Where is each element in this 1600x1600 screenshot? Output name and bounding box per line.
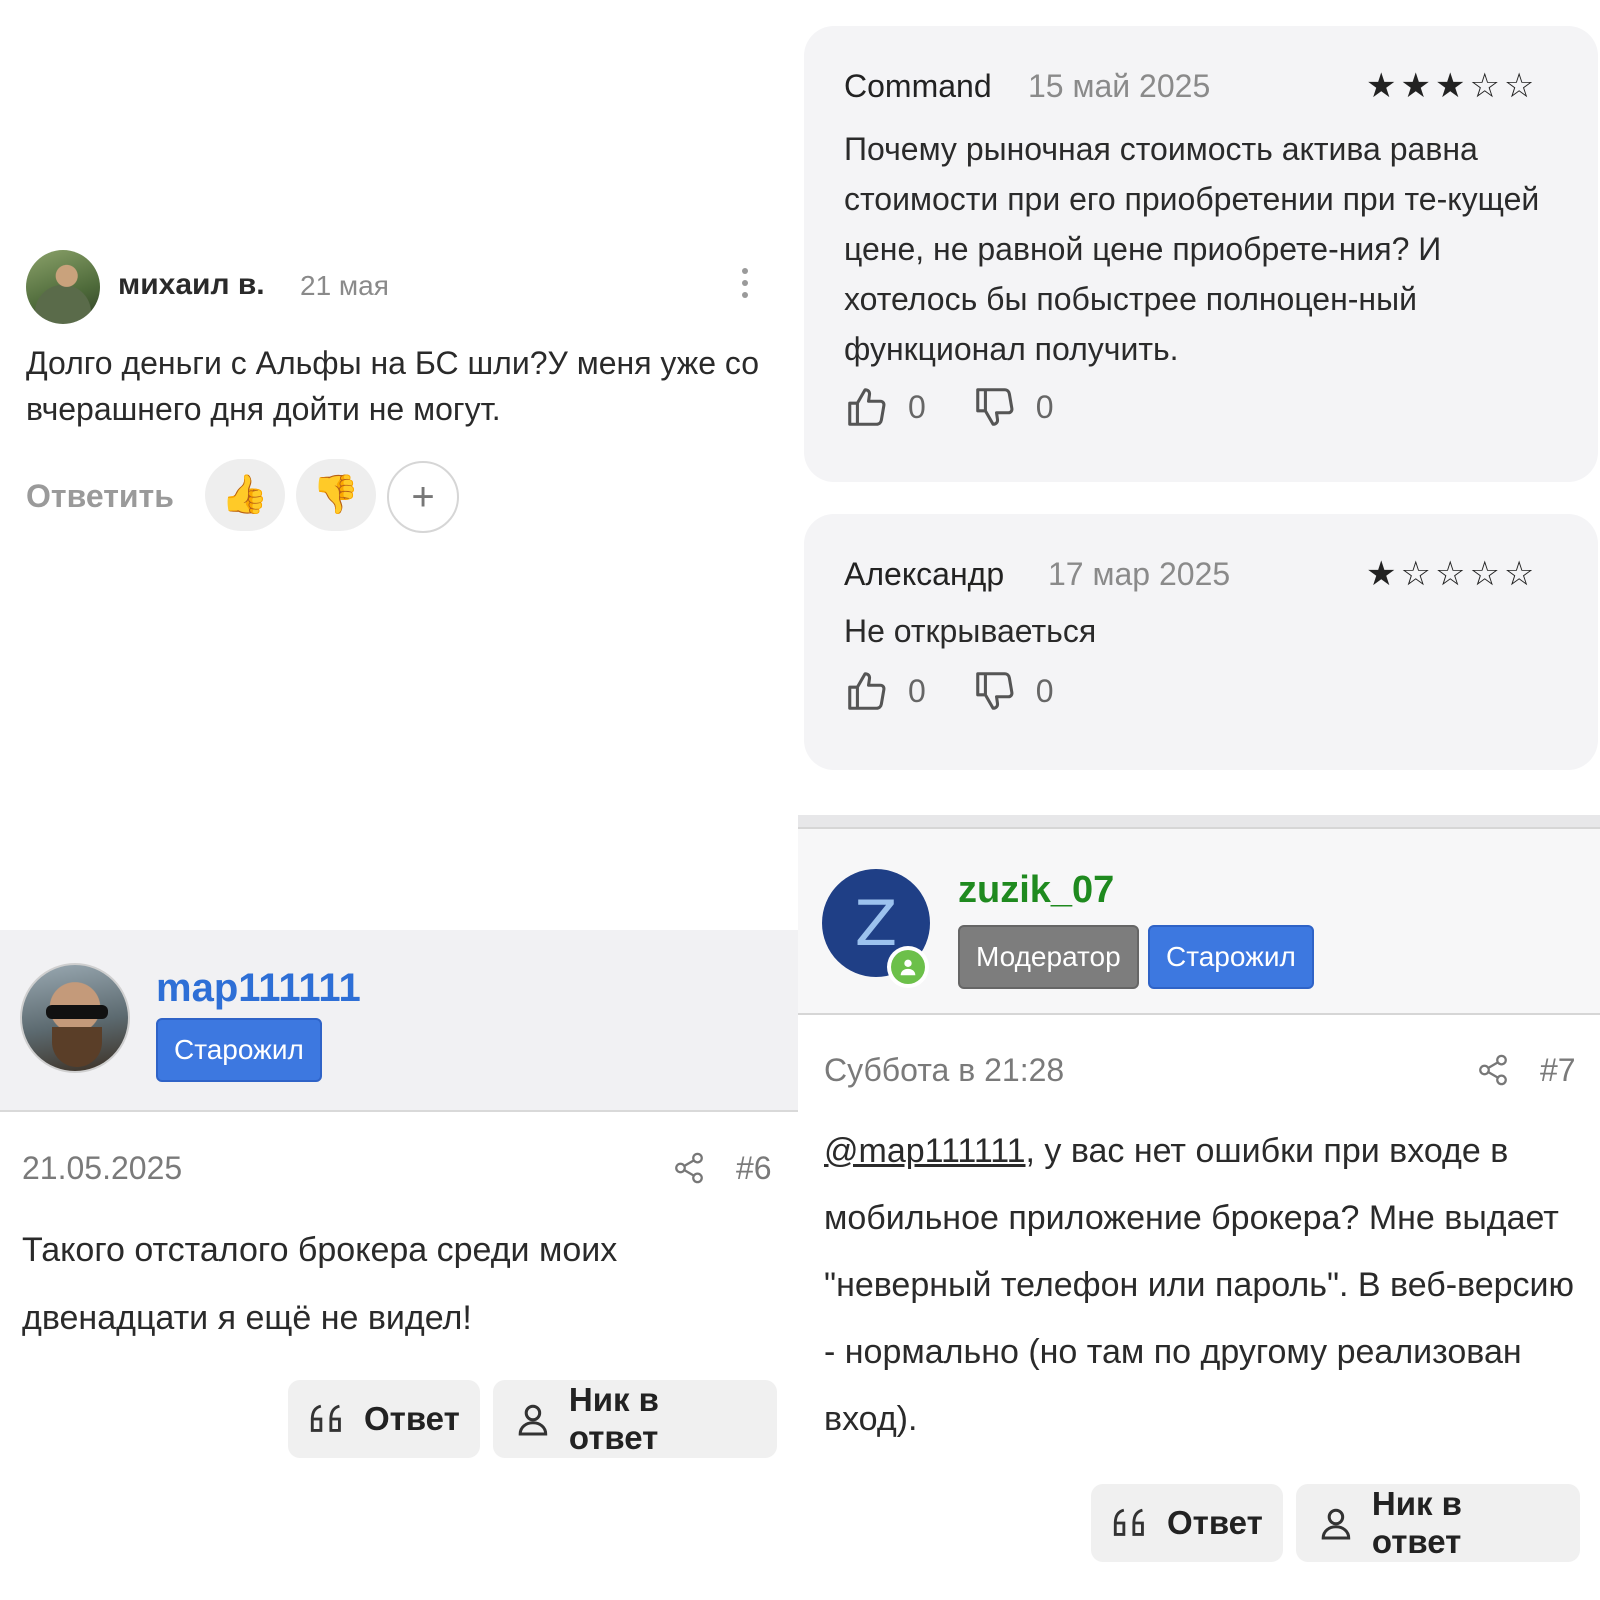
quote-icon <box>1113 1508 1144 1536</box>
nick-reply-label: Ник в ответ <box>568 1381 659 1456</box>
quote-reply-label: Ответ <box>364 1400 460 1437</box>
dislike-count: 0 <box>1035 672 1054 709</box>
star-rating: ★★★☆☆ <box>1366 67 1539 105</box>
post-number[interactable]: #6 <box>736 1150 772 1187</box>
moderator-badge: Модератор <box>958 925 1139 989</box>
post-number[interactable]: #7 <box>1540 1052 1576 1089</box>
share-icon[interactable] <box>672 1150 706 1186</box>
review-votes: 0 0 <box>844 382 1100 432</box>
share-icon[interactable] <box>1476 1052 1510 1088</box>
quote-reply-label: Ответ <box>1167 1504 1263 1541</box>
nick-reply-button[interactable]: Ник в ответ <box>493 1380 777 1458</box>
review-date: 17 мар 2025 <box>1048 556 1231 592</box>
thumbs-down-icon[interactable] <box>972 384 1018 430</box>
user-icon <box>1321 1508 1351 1540</box>
post-author[interactable]: map111111 <box>156 966 361 1011</box>
avatar[interactable] <box>20 963 130 1073</box>
user-icon <box>518 1404 548 1436</box>
review-text: Не открываеться <box>844 613 1097 649</box>
more-options-icon[interactable] <box>740 268 750 302</box>
post-date: Суббота в 21:28 <box>824 1052 1065 1088</box>
thumbs-down-icon: 👎 <box>312 474 360 516</box>
user-badge: Старожил <box>1148 925 1314 989</box>
post-header: map111111 Старожил <box>0 930 798 1112</box>
post-text-body: , у вас нет ошибки при входе в мобильное… <box>824 1132 1575 1438</box>
comment-author[interactable]: михаил в. <box>118 268 265 302</box>
post-date: 21.05.2025 <box>22 1150 183 1186</box>
online-status-icon <box>887 946 929 988</box>
nick-reply-button[interactable]: Ник в ответ <box>1296 1484 1580 1562</box>
user-mention-link[interactable]: @map111111 <box>824 1132 1026 1170</box>
review-text: Почему рыночная стоимость актива равна с… <box>844 131 1540 367</box>
dislike-count: 0 <box>1035 388 1054 425</box>
avatar[interactable] <box>26 250 100 324</box>
post-text: Такого отсталого брокера среди моих двен… <box>22 1231 618 1337</box>
comment-date: 21 мая <box>300 270 389 301</box>
review-votes: 0 0 <box>844 666 1100 716</box>
review-card: Command 15 май 2025 ★★★☆☆ Почему рыночна… <box>804 26 1598 482</box>
post-header: Z zuzik_07 Модератор Старожил <box>798 829 1600 1015</box>
reply-link[interactable]: Ответить <box>26 478 174 515</box>
user-badge: Старожил <box>156 1018 322 1082</box>
review-card: Александр 17 мар 2025 ★☆☆☆☆ Не открывает… <box>804 514 1598 770</box>
star-rating: ★☆☆☆☆ <box>1366 555 1539 593</box>
post-author[interactable]: zuzik_07 <box>958 869 1114 912</box>
quote-icon <box>310 1404 341 1432</box>
nick-reply-label: Ник в ответ <box>1371 1485 1462 1560</box>
quote-reply-button[interactable]: Ответ <box>288 1380 480 1458</box>
thumbs-up-icon: 👍 <box>221 474 269 516</box>
thumbs-up-icon[interactable] <box>844 668 890 714</box>
add-reaction-button[interactable]: + <box>387 461 459 533</box>
review-date: 15 май 2025 <box>1028 68 1211 104</box>
avatar-letter: Z <box>854 886 898 960</box>
like-count: 0 <box>908 388 926 425</box>
divider <box>798 815 1600 829</box>
post-text: @map111111, у вас нет ошибки при входе в… <box>824 1118 1584 1453</box>
thumbs-up-icon[interactable] <box>844 384 890 430</box>
reaction-dislike-button[interactable]: 👎 <box>296 459 376 531</box>
review-author: Command <box>844 68 992 104</box>
thumbs-down-icon[interactable] <box>972 668 1018 714</box>
quote-reply-button[interactable]: Ответ <box>1091 1484 1283 1562</box>
comment-text: Долго деньги с Альфы на БС шли?У меня уж… <box>26 345 760 427</box>
reaction-like-button[interactable]: 👍 <box>205 459 285 531</box>
like-count: 0 <box>908 672 926 709</box>
comment-card: михаил в. 21 мая Долго деньги с Альфы на… <box>0 0 795 930</box>
review-author: Александр <box>844 556 1005 592</box>
